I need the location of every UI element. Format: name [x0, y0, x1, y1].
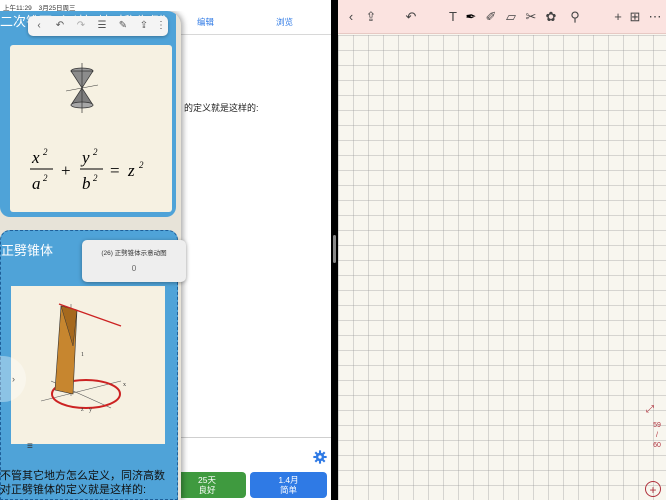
status-time: 上午11:29 — [3, 5, 32, 12]
background-card-text: 的定义就是这样的: — [184, 103, 259, 113]
add-page-icon[interactable]: + — [645, 481, 661, 497]
fig-label-one: 1 — [81, 352, 84, 358]
more-icon[interactable]: ⋮ — [154, 19, 168, 33]
card-quadric-cone: 二次锥面（以按z轴对称为例） x 2 a 2 — [0, 11, 176, 217]
eraser-icon[interactable]: ▱ — [503, 9, 519, 25]
back-icon[interactable]: ‹ — [343, 9, 359, 25]
notes-toolbar: ‹ ⇪ ↶ T ✒ ✐ ▱ ✂ ✿ ⚲ + ⊞ ⋯ — [338, 0, 666, 34]
svg-text:2: 2 — [93, 147, 98, 157]
formula-x: x — [31, 148, 40, 167]
card-body-cone: x 2 a 2 + y 2 b 2 = z 2 — [10, 45, 172, 212]
grid-view-icon[interactable]: ⊞ — [627, 9, 643, 25]
tab-browse[interactable]: 浏览 — [276, 16, 293, 28]
list-icon[interactable]: ≡ — [27, 441, 33, 452]
viewer-toolbar: ‹ ↶ ↷ ☰ ✎ ⇪ ⋮ — [28, 16, 168, 36]
formula-z: z — [127, 161, 135, 180]
svg-text:=: = — [110, 161, 120, 180]
redo-icon[interactable]: ↷ — [74, 19, 88, 33]
svg-text:2: 2 — [43, 173, 48, 183]
card-title-wedge: 正劈锥体 — [1, 243, 54, 258]
easy-label: 简单 — [279, 485, 297, 495]
page-current: 59 — [653, 422, 661, 429]
split-view-divider[interactable] — [331, 0, 338, 500]
pen-icon[interactable]: ✒ — [463, 9, 479, 25]
easy-interval: 1.4月 — [278, 475, 299, 485]
gear-icon[interactable] — [313, 450, 327, 464]
share-icon[interactable]: ⇪ — [363, 9, 379, 25]
add-icon[interactable]: + — [610, 9, 626, 25]
chevron-right-icon: › — [12, 374, 15, 384]
status-bar: 上午11:29 3月25日周三 — [0, 0, 331, 12]
status-date: 3月25日周三 — [38, 5, 76, 12]
notes-app-pane: ‹ ⇪ ↶ T ✒ ✐ ▱ ✂ ✿ ⚲ + ⊞ ⋯ ⤢ 59 / 60 + — [338, 0, 666, 500]
notes-canvas[interactable] — [338, 35, 666, 500]
expand-icon[interactable]: ⤢ — [646, 404, 654, 415]
svg-text:+: + — [61, 161, 71, 180]
tooltip-count: 0 — [131, 264, 137, 273]
formula-b: b — [82, 174, 91, 193]
tooltip-title: (26) 正劈锥体示意动图 — [101, 250, 167, 257]
svg-text:2: 2 — [139, 160, 144, 170]
more-icon[interactable]: ⋯ — [647, 9, 663, 25]
page-indicator[interactable]: 59 / 60 — [647, 421, 666, 451]
fig-label-y: y — [89, 407, 92, 413]
undo-icon[interactable]: ↶ — [53, 19, 67, 33]
left-app-pane: 上午11:29 3月25日周三 编辑 浏览 的定义就是这样的: 拖拽 选择 再来… — [0, 0, 331, 500]
divider-handle[interactable] — [333, 235, 336, 263]
image-tooltip: (26) 正劈锥体示意动图 0 — [82, 240, 186, 282]
header-divider — [175, 34, 331, 35]
easy-button[interactable]: 1.4月 简单 — [250, 472, 327, 498]
formula-y: y — [80, 148, 90, 167]
svg-text:2: 2 — [93, 173, 98, 183]
shapes-icon[interactable]: ✿ — [543, 9, 559, 25]
footer-text: 不管其它地方怎么定义，同济高数对正劈锥体的定义就是这样的: — [0, 470, 165, 496]
share-icon[interactable]: ⇪ — [137, 19, 151, 33]
back-icon[interactable]: ‹ — [32, 19, 46, 33]
fig-label-x: x — [123, 382, 126, 388]
cone-figure: x 2 a 2 + y 2 b 2 = z 2 — [30, 63, 144, 193]
page-total: 60 — [653, 442, 661, 449]
edit-icon[interactable]: ✎ — [116, 19, 130, 33]
mode-tabs: 编辑 浏览 — [160, 12, 331, 34]
svg-text:2: 2 — [43, 147, 48, 157]
highlighter-icon[interactable]: ✐ — [483, 9, 499, 25]
wedge-figure: 1 z y x — [40, 303, 126, 413]
text-tool-icon[interactable]: T — [445, 9, 461, 25]
undo-icon[interactable]: ↶ — [403, 9, 419, 25]
formula-a: a — [32, 174, 41, 193]
list-view-icon[interactable]: ☰ — [95, 19, 109, 33]
microphone-icon[interactable]: ⚲ — [567, 9, 583, 25]
tab-edit[interactable]: 编辑 — [197, 16, 214, 28]
bottom-divider — [170, 437, 331, 438]
card-body-wedge: 1 z y x — [11, 286, 165, 444]
fig-label-z: z — [81, 407, 84, 413]
lasso-icon[interactable]: ✂ — [523, 9, 539, 25]
